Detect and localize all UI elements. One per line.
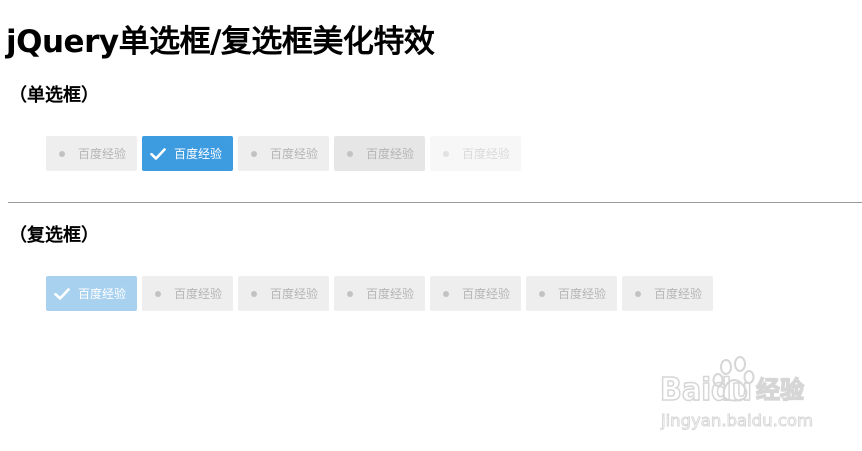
- radio-option-3[interactable]: 百度经验: [238, 136, 329, 171]
- watermark-suffix: 经验: [756, 376, 804, 404]
- checkbox-option-5[interactable]: 百度经验: [430, 276, 521, 311]
- radio-option-label: 百度经验: [270, 147, 319, 161]
- checkbox-option-7[interactable]: 百度经验: [622, 276, 713, 311]
- radio-option-label: 百度经验: [78, 147, 127, 161]
- bullet-dot-icon: [238, 136, 270, 171]
- checkbox-option-label: 百度经验: [366, 287, 415, 301]
- checkbox-option-1: 百度经验: [46, 276, 137, 311]
- watermark-url: jingyan.baidu.com: [660, 411, 813, 430]
- bullet-dot-icon: [334, 276, 366, 311]
- radio-option-1[interactable]: 百度经验: [46, 136, 137, 171]
- checkmark-icon: [142, 136, 174, 171]
- bullet-dot-icon: [142, 276, 174, 311]
- baidu-paw-logo-icon: Baidu 经验 jingyan.baidu.com: [659, 356, 813, 430]
- bullet-dot-icon: [334, 136, 366, 171]
- checkbox-option-label: 百度经验: [654, 287, 703, 301]
- radio-option-2[interactable]: 百度经验: [142, 136, 233, 171]
- baidu-jingyan-watermark: Baidu 经验 jingyan.baidu.com: [659, 356, 818, 436]
- checkbox-option-label: 百度经验: [462, 287, 511, 301]
- radio-option-5: 百度经验: [430, 136, 521, 171]
- checkbox-option-label: 百度经验: [270, 287, 319, 301]
- checkbox-option-label: 百度经验: [174, 287, 223, 301]
- radio-option-label: 百度经验: [174, 147, 223, 161]
- bullet-dot-icon: [46, 136, 78, 171]
- radio-option-4[interactable]: 百度经验: [334, 136, 425, 171]
- checkbox-option-label: 百度经验: [558, 287, 607, 301]
- radio-section-heading: （单选框）: [9, 85, 99, 106]
- watermark-brand: Baidu: [660, 372, 752, 408]
- checkbox-option-label: 百度经验: [78, 287, 127, 301]
- checkbox-option-6[interactable]: 百度经验: [526, 276, 617, 311]
- radio-option-label: 百度经验: [366, 147, 415, 161]
- bullet-dot-icon: [238, 276, 270, 311]
- checkmark-icon: [46, 276, 78, 311]
- checkbox-section-heading: （复选框）: [9, 225, 99, 246]
- section-divider: [8, 202, 862, 203]
- checkbox-group: 百度经验 百度经验 百度经验 百度经验 百度经验 百度经验 百度经验: [46, 276, 718, 311]
- checkbox-option-4[interactable]: 百度经验: [334, 276, 425, 311]
- checkbox-option-3[interactable]: 百度经验: [238, 276, 329, 311]
- bullet-dot-icon: [526, 276, 558, 311]
- radio-group: 百度经验 百度经验 百度经验 百度经验 百度经验: [46, 136, 526, 171]
- checkbox-option-2[interactable]: 百度经验: [142, 276, 233, 311]
- bullet-dot-icon: [430, 136, 462, 171]
- bullet-dot-icon: [430, 276, 462, 311]
- page-title: jQuery单选框/复选框美化特效: [6, 24, 435, 60]
- bullet-dot-icon: [622, 276, 654, 311]
- radio-option-label: 百度经验: [462, 147, 511, 161]
- page: jQuery单选框/复选框美化特效 （单选框） 百度经验 百度经验 百度经验 百度经验…: [0, 0, 862, 451]
